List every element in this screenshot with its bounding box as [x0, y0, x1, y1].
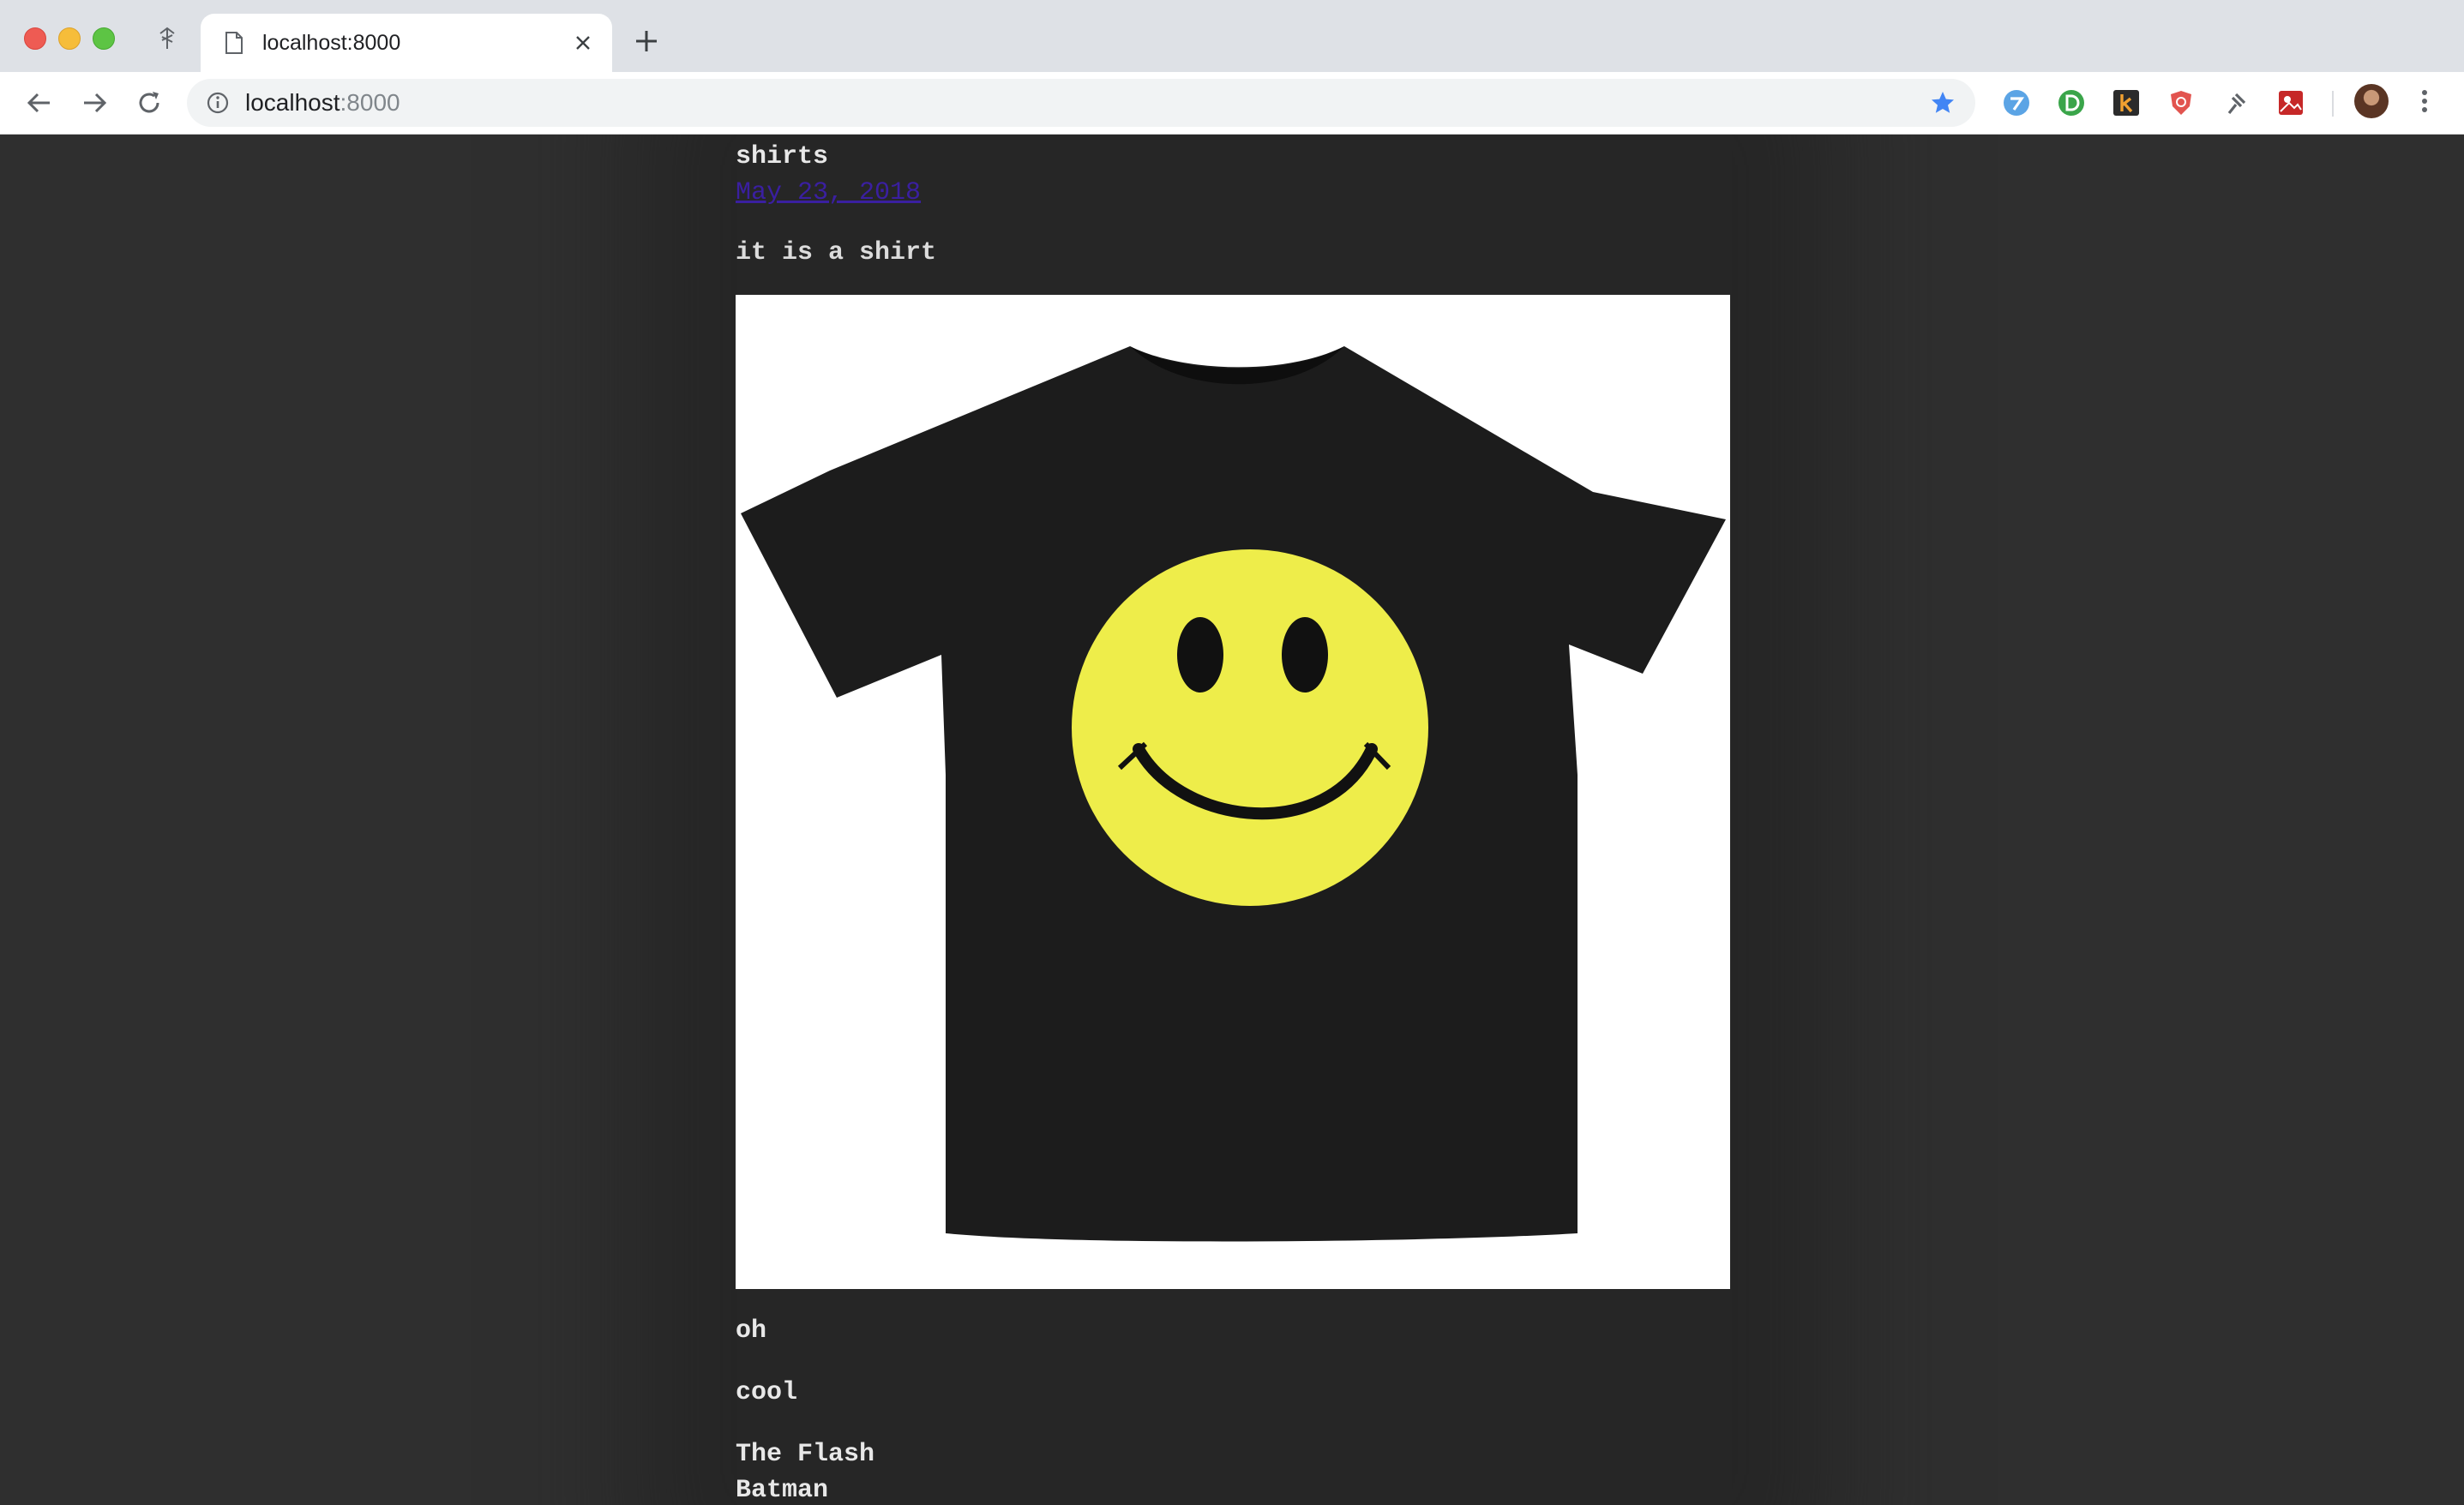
url-host: localhost — [245, 89, 340, 116]
extension-photo-icon[interactable] — [2275, 87, 2306, 118]
kebab-menu-icon[interactable] — [2413, 86, 2437, 117]
post-title: shirts — [736, 142, 829, 171]
browser-toolbar: localhost:8000 — [0, 72, 2464, 135]
extension-pin-icon[interactable] — [2221, 87, 2251, 118]
extension-k-icon[interactable] — [2111, 87, 2142, 118]
extension-check-icon[interactable] — [2001, 87, 2032, 118]
tab-close-button[interactable] — [569, 29, 597, 57]
reload-button[interactable] — [134, 87, 165, 118]
new-tab-button[interactable] — [633, 27, 660, 55]
info-icon[interactable] — [206, 91, 230, 115]
url-port: :8000 — [340, 89, 400, 116]
close-icon — [576, 36, 590, 50]
extension-shield-icon[interactable] — [2166, 87, 2197, 118]
tab-search-icon[interactable] — [154, 26, 180, 51]
paragraph-cool: cool — [736, 1378, 798, 1407]
tab-strip: localhost:8000 — [0, 0, 2464, 72]
list-item: Batman — [736, 1476, 829, 1505]
post-body: it is a shirt — [736, 238, 937, 267]
back-button[interactable] — [24, 87, 55, 118]
post-date-link[interactable]: May 23, 2018 — [736, 176, 921, 210]
active-tab[interactable]: localhost:8000 — [201, 14, 612, 72]
tab-title: localhost:8000 — [262, 31, 401, 55]
window-close-button[interactable] — [24, 27, 46, 50]
window-minimize-button[interactable] — [58, 27, 81, 50]
page-viewport: shirts May 23, 2018 it is a shirt oh coo… — [0, 135, 2464, 1505]
profile-avatar[interactable] — [2354, 84, 2389, 118]
extension-d-icon[interactable] — [2056, 87, 2087, 118]
url-text: localhost:8000 — [245, 89, 400, 117]
star-icon[interactable] — [1929, 89, 1956, 117]
shirt-image — [736, 295, 1730, 1289]
paragraph-oh: oh — [736, 1316, 767, 1346]
document-icon — [225, 32, 243, 54]
window-zoom-button[interactable] — [93, 27, 115, 50]
forward-button[interactable] — [79, 87, 110, 118]
address-bar[interactable]: localhost:8000 — [187, 79, 1975, 127]
list-item: The Flash — [736, 1440, 875, 1469]
toolbar-separator — [2332, 91, 2334, 117]
